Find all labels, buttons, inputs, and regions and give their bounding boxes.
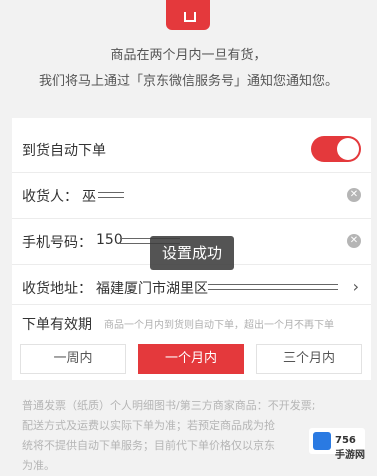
- address-row[interactable]: 收货地址： 福建厦门市湖里区 ›: [12, 264, 371, 305]
- watermark-logo-icon: [313, 432, 331, 450]
- phone-value[interactable]: 150: [96, 232, 123, 248]
- address-label: 收货地址：: [22, 281, 92, 297]
- chevron-right-icon[interactable]: ›: [353, 277, 359, 296]
- watermark: 756手游网: [309, 428, 365, 461]
- phone-label: 手机号码：: [22, 235, 92, 251]
- notice-line-1: 商品在两个月内一旦有货，: [110, 48, 267, 63]
- address-value: 福建厦门市湖里区: [96, 281, 208, 297]
- notice-line-2: 我们将马上通过「京东微信服务号」通知您通知您。: [38, 74, 338, 89]
- validity-label: 下单有效期: [22, 317, 92, 333]
- clear-icon[interactable]: ✕: [347, 234, 361, 248]
- option-one-month[interactable]: 一个月内: [138, 344, 244, 374]
- validity-section: 下单有效期 商品一个月内到货则自动下单，超出一个月不再下单 一周内 一个月内 三…: [12, 302, 371, 380]
- redaction-mark: [208, 284, 338, 290]
- auto-order-label: 到货自动下单: [22, 143, 106, 159]
- redaction-mark: [98, 192, 124, 198]
- option-three-months[interactable]: 三个月内: [256, 344, 362, 374]
- receiver-row[interactable]: 收货人： 巫 ✕: [12, 172, 371, 219]
- auto-order-toggle[interactable]: [311, 136, 361, 162]
- footer-line-4: 为准。: [22, 459, 55, 472]
- notice-area: 商品在两个月内一旦有货， 我们将马上通过「京东微信服务号」通知您通知您。: [0, 0, 377, 118]
- success-toast: 设置成功: [150, 236, 234, 270]
- clear-icon[interactable]: ✕: [347, 188, 361, 202]
- shopping-bag-icon: [166, 0, 210, 30]
- footer-line-1: 普通发票（纸质）个人明细图书/第三方商家商品：不开发票;: [22, 399, 316, 412]
- auto-order-row: 到货自动下单: [12, 126, 371, 173]
- receiver-label: 收货人：: [22, 189, 78, 205]
- validity-hint: 商品一个月内到货则自动下单，超出一个月不再下单: [104, 320, 334, 331]
- option-one-week[interactable]: 一周内: [20, 344, 126, 374]
- receiver-value[interactable]: 巫: [82, 186, 96, 206]
- watermark-text: 756手游网: [335, 435, 365, 461]
- toggle-knob: [337, 138, 359, 160]
